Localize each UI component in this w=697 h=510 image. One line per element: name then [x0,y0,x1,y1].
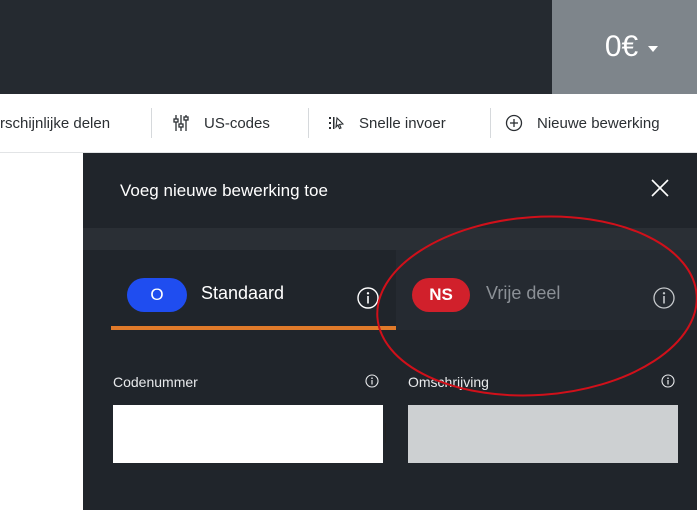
quick-entry-icon [327,114,345,132]
toolbar-item-quick-entry[interactable]: Snelle invoer [309,103,490,143]
code-number-label: Codenummer [113,374,198,390]
close-icon[interactable] [647,175,673,201]
toolbar-item-label: Nieuwe bewerking [537,114,660,132]
panel-title: Voeg nieuwe bewerking toe [120,181,328,200]
badge-standard: O [127,278,187,312]
toolbar-item-label: US-codes [204,114,270,132]
description-input[interactable] [408,405,678,463]
badge-free-part: NS [412,278,470,312]
caret-down-icon [648,46,659,52]
text-cursor [385,423,386,443]
code-number-input[interactable] [113,405,386,463]
new-operation-panel: Voeg nieuwe bewerking toe O Standaard NS… [83,153,697,510]
info-icon[interactable] [661,374,675,388]
toolbar-item-probable-parts[interactable]: rschijnlijke delen [0,103,151,143]
active-tab-indicator [111,326,396,330]
toolbar: rschijnlijke delen US-codes Snelle invoe… [0,94,697,153]
panel-divider [83,228,697,250]
info-icon[interactable] [365,374,379,388]
info-icon[interactable] [652,286,676,310]
toolbar-item-us-codes[interactable]: US-codes [152,103,308,143]
tab-standard[interactable]: O Standaard [83,250,396,330]
balance-value: 0€ [604,30,639,63]
balance-dropdown[interactable]: 0€ [552,0,697,94]
plus-circle-icon [505,114,523,132]
sliders-icon [172,114,190,132]
tab-free-part[interactable]: NS Vrije deel [396,250,697,330]
info-icon[interactable] [356,286,380,310]
tab-label: Vrije deel [486,283,561,303]
description-label: Omschrijving [408,374,489,390]
app-header: 0€ [0,0,697,94]
main-content-area [0,153,83,510]
toolbar-item-label: Snelle invoer [359,114,446,132]
tab-label: Standaard [201,283,285,303]
toolbar-item-new-operation[interactable]: Nieuwe bewerking [491,103,660,143]
toolbar-item-label: rschijnlijke delen [0,114,111,132]
